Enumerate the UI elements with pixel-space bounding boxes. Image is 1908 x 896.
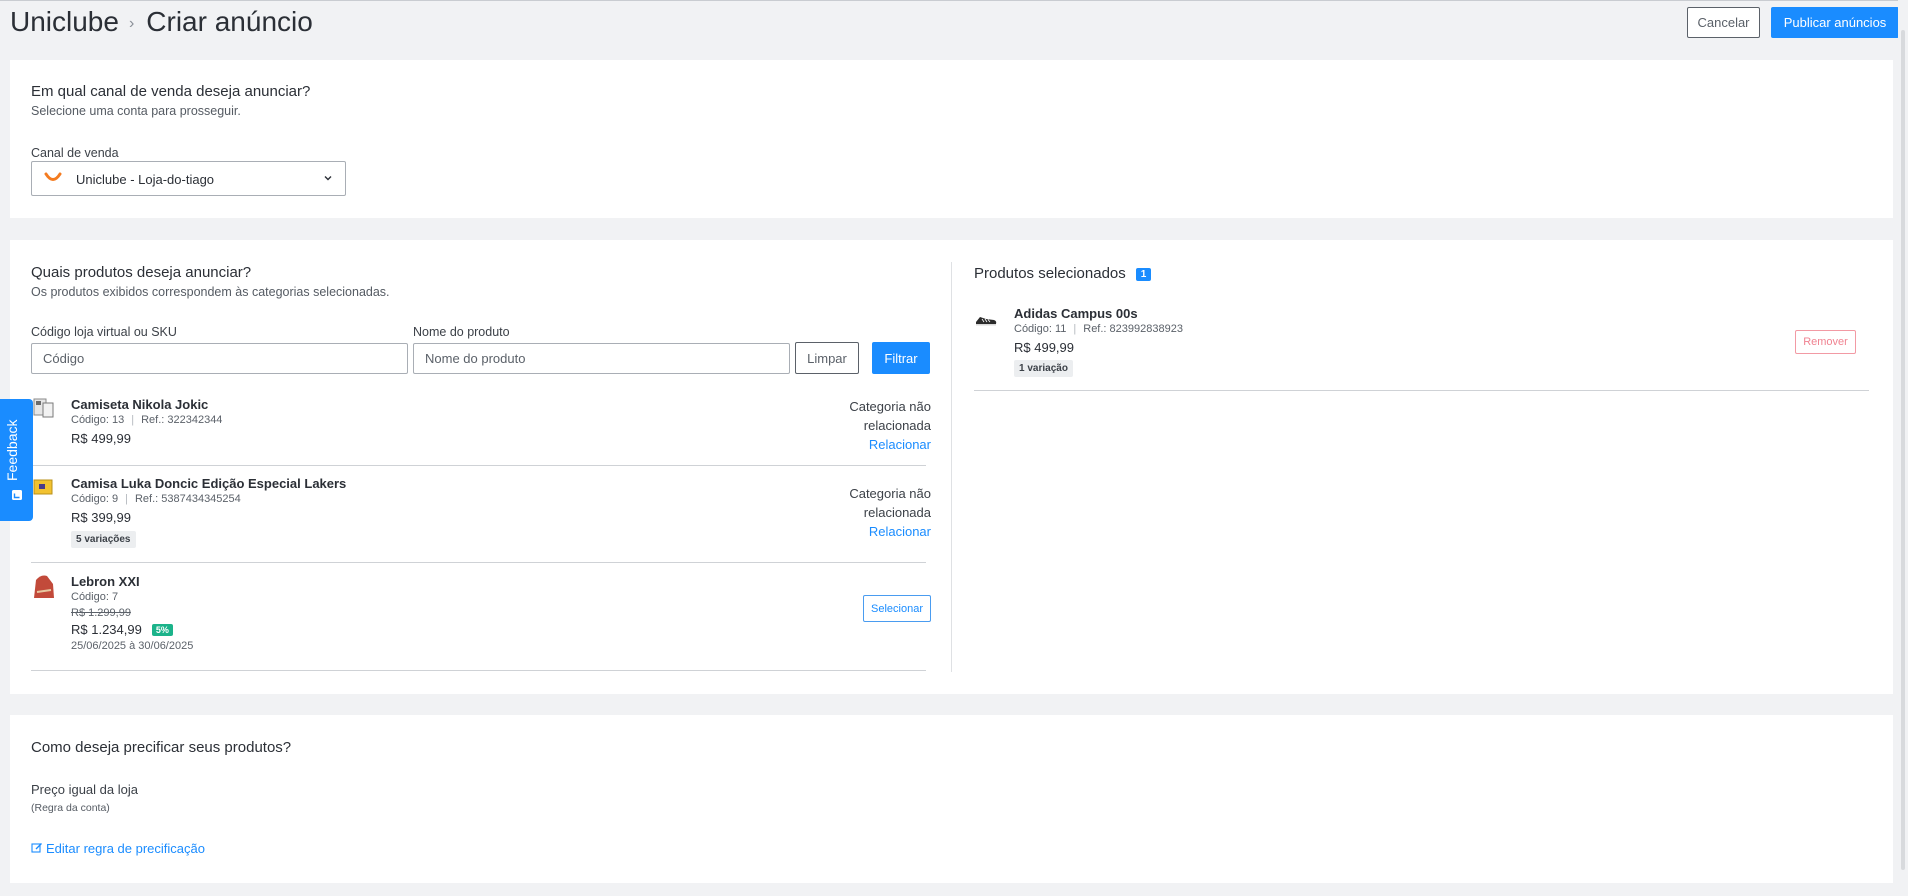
variations-badge: 5 variações (71, 531, 136, 548)
breadcrumb-separator: › (128, 15, 135, 32)
product-name-input[interactable] (413, 343, 790, 374)
chevron-down-icon (324, 176, 332, 181)
channel-select-value: Uniclube - Loja-do-tiago (76, 172, 215, 187)
product-meta: Código: 9 | Ref.: 5387434345254 (71, 493, 241, 505)
product-list-item: Camisa Luka Doncic Edição Especial Laker… (31, 476, 931, 551)
sku-field-label: Código loja virtual ou SKU (31, 325, 177, 339)
channel-field-label: Canal de venda (31, 146, 119, 160)
feedback-icon (12, 490, 22, 500)
page-title: Criar anúncio (146, 6, 313, 37)
product-ref: Ref.: 823992838923 (1083, 323, 1183, 335)
product-price: R$ 499,99 (1014, 340, 1074, 355)
category-status: Categoria não relacionada Relacionar (849, 484, 931, 541)
breadcrumb: Uniclube › Criar anúncio (10, 6, 313, 38)
uniclube-logo-icon (44, 172, 62, 181)
product-name: Adidas Campus 00s (1014, 306, 1138, 321)
product-thumbnail (976, 317, 997, 326)
pricing-rule-label: Preço igual da loja (31, 782, 138, 797)
selected-count-badge: 1 (1135, 268, 1152, 281)
product-name: Lebron XXI (71, 574, 140, 589)
feedback-label: Feedback (4, 419, 20, 481)
publish-button[interactable]: Publicar anúncios (1771, 7, 1899, 38)
product-meta: Código: 11 | Ref.: 823992838923 (1014, 323, 1183, 335)
edit-icon (31, 843, 42, 853)
products-section-title: Quais produtos deseja anunciar? (31, 264, 252, 281)
pricing-card: Como deseja precificar seus produtos? Pr… (10, 715, 1893, 883)
product-name: Camiseta Nikola Jokic (71, 397, 209, 412)
edit-pricing-label: Editar regra de precificação (46, 841, 205, 856)
product-thumbnail (33, 479, 53, 495)
product-code: Código: 13 (71, 414, 125, 426)
variations-badge: 1 variação (1014, 360, 1073, 377)
select-product-button[interactable]: Selecionar (863, 595, 931, 622)
promotion-dates: 25/06/2025 à 30/06/2025 (71, 640, 194, 652)
product-price: R$ 1.234,99 (71, 622, 142, 637)
product-thumbnail (33, 398, 54, 418)
category-status-line1: Categoria não (849, 486, 931, 501)
channel-card: Em qual canal de venda deseja anunciar? … (10, 60, 1893, 218)
product-meta: Código: 13 | Ref.: 322342344 (71, 414, 223, 426)
app-title[interactable]: Uniclube (10, 6, 119, 37)
filter-button[interactable]: Filtrar (872, 342, 930, 374)
channel-select[interactable]: Uniclube - Loja-do-tiago (31, 161, 346, 196)
discount-badge: 5% (151, 624, 173, 636)
category-status: Categoria não relacionada Relacionar (849, 397, 931, 454)
product-code: Código: 11 (1014, 323, 1067, 335)
category-status-line2: relacionada (863, 505, 931, 520)
product-price: R$ 499,99 (71, 431, 131, 446)
edit-pricing-link[interactable]: Editar regra de precificação (31, 841, 205, 856)
products-section-subtitle: Os produtos exibidos correspondem às cat… (31, 285, 390, 299)
relate-link[interactable]: Relacionar (849, 435, 931, 454)
category-status-line1: Categoria não (849, 399, 931, 414)
feedback-tab[interactable]: Feedback (0, 399, 33, 521)
product-code: Código: 9 (71, 493, 119, 505)
relate-link[interactable]: Relacionar (849, 522, 931, 541)
row-divider (31, 670, 926, 671)
row-divider (31, 465, 926, 466)
pricing-rule-note: (Regra da conta) (31, 802, 110, 814)
product-ref: Ref.: 5387434345254 (134, 493, 241, 505)
remove-product-button[interactable]: Remover (1795, 330, 1856, 354)
product-ref: Ref.: 322342344 (141, 414, 223, 426)
channel-section-title: Em qual canal de venda deseja anunciar? (31, 83, 311, 100)
page-header: Uniclube › Criar anúncio Cancelar Publicar… (0, 0, 1908, 46)
category-status-line2: relacionada (863, 418, 931, 433)
selected-product-item: Adidas Campus 00s Código: 11 | Ref.: 82399… (974, 306, 1874, 377)
scrollbar[interactable] (1898, 0, 1908, 896)
product-list-item: Lebron XXI Código: 7 R$ 1.299,99 R$ 1.23… (31, 574, 931, 659)
pricing-section-title: Como deseja precificar seus produtos? (31, 739, 292, 756)
selected-products-title: Produtos selecionados 1 (974, 265, 1152, 282)
sku-input[interactable] (31, 343, 408, 374)
section-divider (951, 262, 952, 672)
product-price: R$ 399,99 (71, 510, 131, 525)
product-price-row: R$ 1.234,99 5% (71, 622, 173, 637)
row-divider (31, 562, 926, 563)
product-name-field-label: Nome do produto (413, 325, 510, 339)
channel-section-subtitle: Selecione uma conta para prosseguir. (31, 104, 241, 118)
product-list-item: Camiseta Nikola Jokic Código: 13 | Ref.: 3… (31, 397, 931, 457)
cancel-button[interactable]: Cancelar (1687, 7, 1760, 38)
selected-products-label: Produtos selecionados (974, 265, 1126, 282)
product-name: Camisa Luka Doncic Edição Especial Laker… (71, 476, 347, 491)
product-thumbnail (34, 575, 54, 598)
scrollbar-thumb[interactable] (1901, 30, 1905, 870)
product-old-price: R$ 1.299,99 (71, 607, 131, 619)
row-divider (974, 390, 1869, 391)
product-code: Código: 7 (71, 591, 119, 603)
products-card: Quais produtos deseja anunciar? Os produ… (10, 240, 1893, 694)
clear-button[interactable]: Limpar (795, 342, 859, 374)
